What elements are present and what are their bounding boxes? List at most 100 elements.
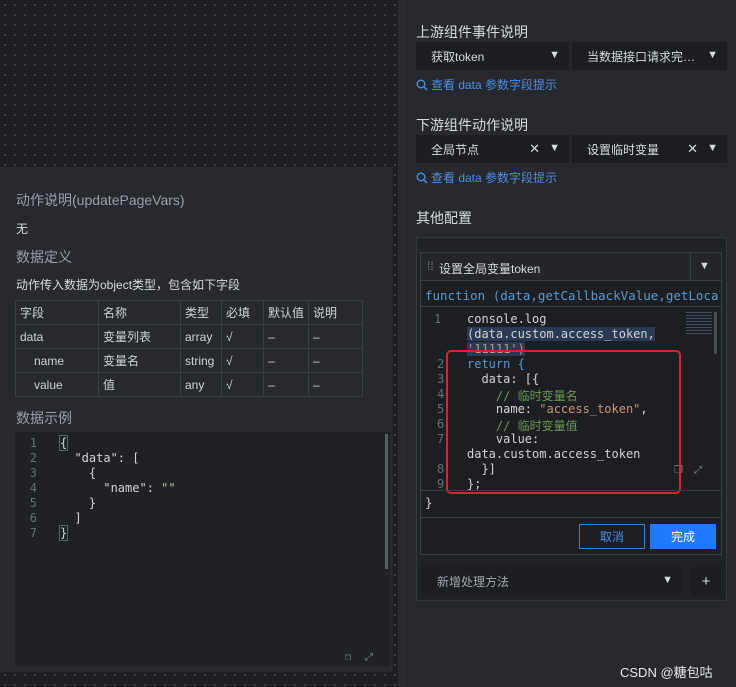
- column-header: 说明: [308, 300, 364, 325]
- code-line: "name": "": [60, 481, 176, 495]
- downstream-link-label: 查看 data 参数字段提示: [431, 171, 558, 185]
- table-cell: √: [221, 324, 264, 349]
- chevron-down-icon: ▼: [707, 142, 718, 154]
- column-header: 名称: [98, 300, 181, 325]
- chevron-down-icon: ▼: [549, 142, 560, 154]
- table-cell: data: [15, 324, 99, 349]
- table-cell: –: [262, 348, 310, 373]
- downstream-action-select[interactable]: 设置临时变量 ✕ ▼: [572, 135, 727, 163]
- add-method-placeholder: 新增处理方法: [437, 574, 510, 589]
- upstream-event-value: 获取token: [431, 49, 485, 64]
- downstream-action-value: 设置临时变量: [587, 142, 660, 157]
- copy-icon[interactable]: ❐: [345, 652, 351, 663]
- panel-divider[interactable]: [398, 0, 406, 687]
- code-line: ]: [60, 511, 82, 525]
- search-icon: [416, 79, 428, 90]
- upstream-title: 上游组件事件说明: [416, 24, 528, 40]
- downstream-node-select[interactable]: 全局节点 ✕ ▼: [416, 135, 569, 163]
- table-cell: √: [221, 348, 264, 373]
- downstream-title: 下游组件动作说明: [416, 117, 528, 133]
- cancel-button[interactable]: 取消: [579, 524, 645, 549]
- signature-divider: [421, 306, 721, 307]
- downstream-data-hint-link[interactable]: 查看 data 参数字段提示: [416, 169, 557, 186]
- line-number: 1: [29, 436, 37, 450]
- line-number: 6: [29, 511, 37, 525]
- confirm-button[interactable]: 完成: [650, 524, 716, 549]
- table-cell: 值: [98, 372, 181, 397]
- table-cell: –: [308, 324, 364, 349]
- table-cell: –: [308, 372, 364, 397]
- collapse-chevron-icon[interactable]: ▼: [699, 260, 710, 272]
- table-cell: √: [221, 372, 264, 397]
- table-cell: 变量名: [98, 348, 181, 373]
- line-number: 2: [437, 357, 445, 371]
- table-header-row: 字段 名称 类型 必填 默认值 说明: [15, 300, 364, 325]
- table-cell: any: [180, 372, 222, 397]
- code-line: }: [58, 525, 69, 541]
- data-def-title: 数据定义: [16, 249, 72, 265]
- header-separator: [690, 253, 691, 281]
- code-line: {: [60, 466, 97, 480]
- table-row: data 变量列表 array √ – –: [15, 324, 364, 349]
- table-row: name 变量名 string √ – –: [15, 348, 364, 373]
- line-number: 9: [437, 477, 445, 491]
- search-icon: [416, 172, 428, 183]
- action-description: 无: [16, 222, 29, 236]
- drag-handle-icon[interactable]: ⁞⁞: [427, 259, 434, 273]
- line-number: 2: [29, 451, 37, 465]
- table-cell: –: [308, 348, 364, 373]
- clear-icon[interactable]: ✕: [687, 141, 698, 157]
- other-config-title: 其他配置: [416, 210, 472, 226]
- code-line: "data": [: [60, 451, 140, 465]
- table-cell: value: [15, 372, 99, 397]
- chevron-down-icon: ▼: [549, 49, 560, 61]
- fullscreen-icon[interactable]: ⤢: [365, 652, 373, 663]
- table-cell: name: [15, 348, 99, 373]
- table-row: value 值 any √ – –: [15, 372, 364, 397]
- chevron-down-icon: ▼: [662, 574, 673, 586]
- editor-title: 设置全局变量token: [439, 262, 541, 276]
- line-number: 3: [29, 466, 37, 480]
- downstream-node-value: 全局节点: [431, 142, 480, 157]
- line-number: 7: [437, 432, 445, 446]
- table-cell: 变量列表: [98, 324, 181, 349]
- actions-divider: [421, 517, 721, 518]
- line-number: 1: [434, 312, 442, 326]
- line-number: 7: [29, 526, 37, 540]
- line-number: 6: [437, 417, 445, 431]
- table-cell: –: [262, 372, 310, 397]
- watermark: CSDN @糖包咕: [620, 665, 713, 680]
- clear-icon[interactable]: ✕: [529, 141, 540, 157]
- line-number: 5: [29, 496, 37, 510]
- action-title: 动作说明(updatePageVars): [16, 192, 185, 208]
- editor-header: ⁞⁞ 设置全局变量token ▼: [421, 253, 721, 281]
- add-method-select[interactable]: 新增处理方法 ▼: [422, 567, 682, 595]
- code-footer-divider: [421, 490, 721, 491]
- upstream-trigger-select[interactable]: 当数据接口请求完… ▼: [572, 42, 727, 70]
- upstream-event-select[interactable]: 获取token ▼: [416, 42, 569, 70]
- add-method-button[interactable]: +: [691, 567, 721, 595]
- column-header: 类型: [180, 300, 222, 325]
- table-cell: array: [180, 324, 222, 349]
- code-line: console.log: [467, 312, 547, 326]
- function-signature: function (data,getCallbackValue,getLocal…: [425, 288, 720, 303]
- line-number: 4: [29, 481, 37, 495]
- upstream-data-hint-link[interactable]: 查看 data 参数字段提示: [416, 76, 557, 93]
- closing-brace: }: [425, 495, 433, 510]
- chevron-down-icon: ▼: [707, 49, 718, 61]
- column-header: 字段: [15, 300, 99, 325]
- table-cell: string: [180, 348, 222, 373]
- upstream-link-label: 查看 data 参数字段提示: [431, 78, 558, 92]
- fullscreen-icon[interactable]: ⤢: [694, 465, 702, 476]
- signature-text: function (data,getCallbackValue,getLocal…: [425, 288, 720, 303]
- code-scrollbar[interactable]: [714, 312, 717, 354]
- code-minimap[interactable]: [686, 312, 712, 334]
- line-number: 3: [437, 372, 445, 386]
- line-number: 5: [437, 402, 445, 416]
- example-code-editor[interactable]: 1 { 2 "data": [ 3 { 4 "name": "" 5 } 6 ]…: [15, 432, 390, 667]
- highlight-box: [446, 350, 681, 494]
- column-header: 必填: [221, 300, 264, 325]
- example-scrollbar[interactable]: [385, 434, 388, 569]
- code-line: (data.custom.access_token,: [467, 327, 655, 341]
- field-table: 字段 名称 类型 必填 默认值 说明 data 变量列表 array √ – –…: [15, 300, 364, 397]
